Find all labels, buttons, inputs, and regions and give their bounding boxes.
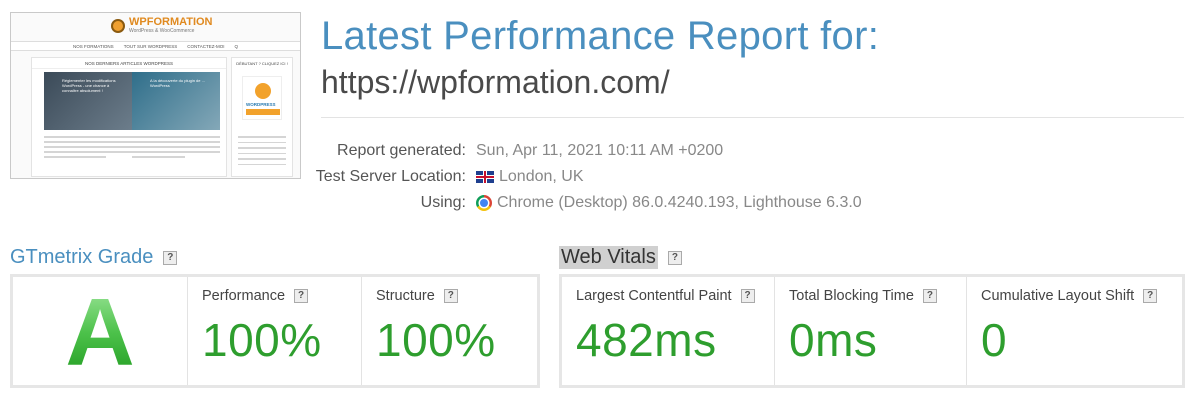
gtmetrix-grade-panel: A Performance ? 100% Structure ? 100% [10, 274, 540, 388]
help-icon[interactable]: ? [163, 250, 178, 265]
thumbnail-nav-item: NOS FORMATIONS [73, 43, 114, 49]
tbt-cell: Total Blocking Time ? 0ms [775, 277, 967, 385]
chrome-icon [476, 195, 492, 211]
structure-label-row: Structure ? [376, 288, 537, 304]
server-location-value-wrap: London, UK [476, 168, 584, 186]
web-vitals-title: Web Vitals [559, 246, 658, 269]
gtmetrix-grade-heading: GTmetrix Grade ? [10, 246, 178, 269]
using-value: Chrome (Desktop) 86.0.4240.193, Lighthou… [497, 194, 862, 211]
meta-row-server-location: Test Server Location: London, UK [300, 164, 900, 190]
thumbnail-sidebar-heading: DÉBUTANT ? CLIQUEZ ICI ! [236, 61, 288, 66]
lcp-label: Largest Contentful Paint [576, 288, 732, 304]
thumbnail-post-image: A la découverte du plugin de ... WordPre… [132, 72, 220, 130]
thumbnail-nav-item: Q [234, 43, 238, 49]
cls-label-row: Cumulative Layout Shift ? [981, 288, 1182, 304]
thumbnail-post-excerpt [44, 136, 132, 161]
grade-cell: A [13, 277, 188, 385]
lcp-label-row: Largest Contentful Paint ? [576, 288, 774, 304]
thumbnail-main-heading: NOS DERNIERS ARTICLES WORDPRESS [32, 58, 226, 69]
thumbnail-main-content: NOS DERNIERS ARTICLES WORDPRESS Réglemen… [31, 57, 227, 177]
thumbnail-tagline: WordPress & WooCommerce [129, 28, 195, 34]
using-value-wrap: Chrome (Desktop) 86.0.4240.193, Lighthou… [476, 194, 862, 212]
performance-label: Performance [202, 288, 286, 304]
report-generated-value: Sun, Apr 11, 2021 10:11 AM +0200 [476, 142, 724, 159]
cls-value: 0 [981, 314, 1008, 366]
thumbnail-post-title: Réglementer les modifications WordPress … [62, 78, 116, 93]
web-vitals-panel: Largest Contentful Paint ? 482ms Total B… [559, 274, 1185, 388]
thumbnail-nav-item: TOUT SUR WORDPRESS [123, 43, 178, 49]
help-icon[interactable]: ? [667, 250, 682, 265]
meta-row-using: Using: Chrome (Desktop) 86.0.4240.193, L… [300, 190, 900, 216]
help-icon[interactable]: ? [1143, 289, 1158, 303]
thumbnail-sidebar: DÉBUTANT ? CLIQUEZ ICI ! WORDPRESS [231, 57, 293, 177]
help-icon[interactable]: ? [443, 289, 458, 303]
meta-row-report-generated: Report generated: Sun, Apr 11, 2021 10:1… [300, 138, 900, 164]
uk-flag-icon [476, 171, 494, 183]
logo-mascot-icon [111, 18, 125, 33]
structure-cell: Structure ? 100% [362, 277, 537, 385]
wordpress-logo-icon [255, 83, 271, 99]
help-icon[interactable]: ? [294, 289, 309, 303]
lcp-cell: Largest Contentful Paint ? 482ms [562, 277, 775, 385]
thumbnail-nav: NOS FORMATIONS TOUT SUR WORDPRESS CONTAC… [11, 41, 300, 51]
thumbnail-brand: WPFORMATION [129, 16, 213, 28]
gtmetrix-grade-title: GTmetrix Grade [10, 246, 154, 268]
thumbnail-wordpress-label: WORDPRESS [246, 102, 276, 107]
site-screenshot-thumbnail[interactable]: WPFORMATION WordPress & WooCommerce NOS … [10, 12, 301, 179]
thumbnail-logo: WPFORMATION WordPress & WooCommerce [111, 17, 213, 34]
web-vitals-heading: Web Vitals ? [559, 246, 682, 269]
thumbnail-post-image: Réglementer les modifications WordPress … [44, 72, 132, 130]
performance-value: 100% [202, 314, 322, 366]
using-label: Using: [420, 194, 466, 211]
performance-cell: Performance ? 100% [188, 277, 362, 385]
thumbnail-wordpress-badge: WORDPRESS [242, 76, 282, 120]
thumbnail-sidebar-links [238, 136, 286, 169]
tbt-value: 0ms [789, 314, 878, 366]
server-location-label: Test Server Location: [315, 168, 466, 185]
report-meta: Report generated: Sun, Apr 11, 2021 10:1… [300, 138, 900, 216]
report-url[interactable]: https://wpformation.com/ [321, 64, 670, 101]
help-icon[interactable]: ? [740, 289, 755, 303]
tbt-label-row: Total Blocking Time ? [789, 288, 966, 304]
cls-label: Cumulative Layout Shift [981, 288, 1135, 304]
report-title: Latest Performance Report for: [321, 14, 880, 58]
cls-cell: Cumulative Layout Shift ? 0 [967, 277, 1182, 385]
thumbnail-post-title: A la découverte du plugin de ... WordPre… [150, 78, 205, 88]
performance-label-row: Performance ? [202, 288, 361, 304]
structure-value: 100% [376, 314, 496, 366]
server-location-value: London, UK [499, 168, 584, 185]
lcp-value: 482ms [576, 314, 717, 366]
report-generated-label: Report generated: [337, 142, 466, 159]
thumbnail-post-excerpt [132, 136, 220, 161]
header-divider [321, 117, 1184, 118]
structure-label: Structure [376, 288, 435, 304]
thumbnail-nav-item: CONTACTEZ-MOI [187, 43, 225, 49]
help-icon[interactable]: ? [922, 289, 937, 303]
tbt-label: Total Blocking Time [789, 288, 914, 304]
grade-letter: A [65, 279, 135, 386]
